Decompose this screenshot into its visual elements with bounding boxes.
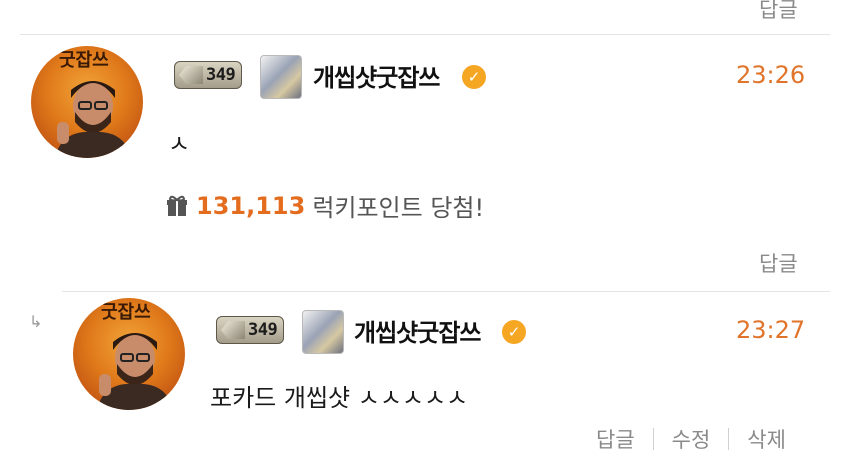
- reply-link[interactable]: 답글: [759, 248, 798, 278]
- level-badge: 349: [174, 61, 243, 89]
- verified-icon: ✓: [502, 320, 526, 344]
- comment-text: ㅅ: [168, 130, 191, 158]
- reply-arrow-icon: ↳: [29, 312, 43, 331]
- nickname[interactable]: 개씹샷굿잡쓰: [354, 313, 481, 348]
- lucky-points: 131,113: [196, 191, 306, 220]
- comment-text: 포카드 개씹샷 ㅅㅅㅅㅅㅅ: [210, 384, 469, 412]
- comment-time: 23:26: [736, 61, 806, 89]
- level-number: 349: [206, 65, 236, 85]
- avatar[interactable]: 굿잡쓰: [31, 46, 143, 158]
- level-gem-icon: [221, 321, 245, 339]
- divider: [62, 291, 830, 292]
- divider: [728, 428, 730, 450]
- level-badge: 349: [216, 316, 285, 344]
- verified-icon: ✓: [462, 65, 486, 89]
- avatar-label: 굿잡쓰: [59, 50, 109, 71]
- gift-icon: [167, 195, 187, 216]
- divider: [20, 34, 830, 35]
- lucky-point-notice: 131,113 럭키포인트 당첨!: [166, 188, 484, 223]
- comment-actions: 답글 수정 삭제: [596, 424, 786, 454]
- level-gem-icon: [179, 66, 203, 84]
- card-badge-icon: [260, 55, 302, 99]
- reply-link[interactable]: 답글: [596, 424, 635, 454]
- edit-link[interactable]: 수정: [672, 424, 711, 454]
- avatar-label: 굿잡쓰: [101, 302, 151, 323]
- avatar[interactable]: 굿잡쓰: [73, 298, 185, 410]
- delete-link[interactable]: 삭제: [747, 424, 786, 454]
- level-number: 349: [248, 320, 278, 340]
- reply-link-top[interactable]: 답글: [759, 0, 798, 24]
- comment-time: 23:27: [736, 316, 806, 344]
- card-badge-icon: [302, 310, 344, 354]
- nickname[interactable]: 개씹샷굿잡쓰: [313, 58, 440, 93]
- divider: [652, 428, 654, 450]
- lucky-text: 럭키포인트 당첨!: [312, 194, 485, 222]
